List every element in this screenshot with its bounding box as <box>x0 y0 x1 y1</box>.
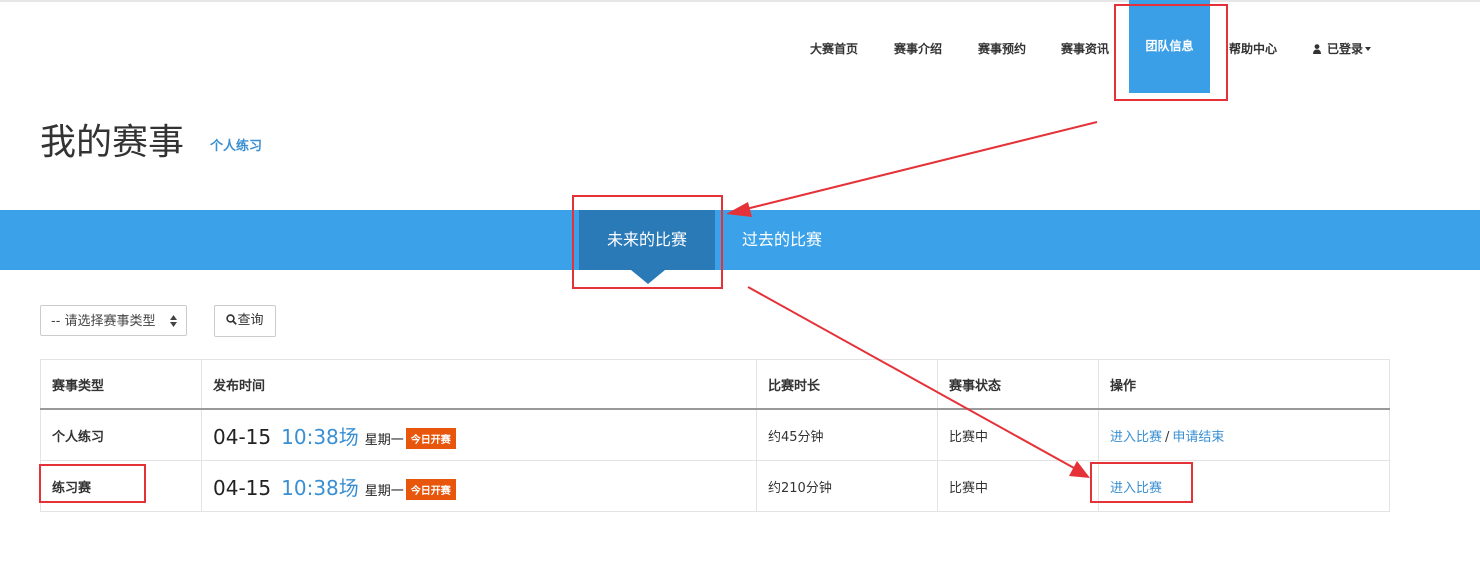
col-header-publish-time: 发布时间 <box>201 359 757 410</box>
duration-cell: 约45分钟 <box>756 408 938 461</box>
query-button[interactable]: 查询 <box>214 305 276 337</box>
nav-intro[interactable]: 赛事介绍 <box>894 40 942 57</box>
table-header-row: 赛事类型 发布时间 比赛时长 赛事状态 操作 <box>40 359 1390 410</box>
col-header-duration: 比赛时长 <box>756 359 938 410</box>
event-time: 10:38场 <box>281 424 359 449</box>
event-date: 04-15 <box>213 424 272 449</box>
arrow-to-tab-line <box>741 121 1098 211</box>
event-type-select[interactable]: -- 请选择赛事类型 <box>40 305 187 336</box>
event-weekday: 星期一 <box>364 432 404 448</box>
table-row: 练习赛 04-15 10:38场 星期一 今日开赛 约210分钟 比赛中 进入比赛 <box>40 460 1390 512</box>
event-type-cell: 个人练习 <box>40 408 202 461</box>
event-time: 10:38场 <box>281 475 359 500</box>
nav-user-menu[interactable]: 已登录 <box>1313 40 1372 57</box>
user-label: 已登录 <box>1327 42 1364 56</box>
page-title: 我的赛事 <box>40 122 185 163</box>
status-cell: 比赛中 <box>937 408 1099 461</box>
event-date: 04-15 <box>213 475 272 500</box>
query-label: 查询 <box>237 313 264 328</box>
enter-match-link[interactable]: 进入比赛 <box>1110 430 1162 445</box>
col-header-type: 赛事类型 <box>40 359 202 410</box>
nav-home[interactable]: 大赛首页 <box>810 40 858 57</box>
top-navigation: 大赛首页 赛事介绍 赛事预约 赛事资讯 团队信息 帮助中心 已登录 <box>0 0 1480 95</box>
event-type-select-value: -- 请选择赛事类型 <box>51 314 156 329</box>
today-badge: 今日开赛 <box>405 427 456 449</box>
col-header-actions: 操作 <box>1098 359 1390 410</box>
event-weekday: 星期一 <box>364 483 404 499</box>
table-row: 个人练习 04-15 10:38场 星期一 今日开赛 约45分钟 比赛中 进入比赛 / 申… <box>40 408 1390 461</box>
tab-upcoming[interactable]: 未来的比赛 <box>579 210 715 270</box>
status-cell: 比赛中 <box>937 460 1099 512</box>
today-badge: 今日开赛 <box>405 478 456 500</box>
nav-help[interactable]: 帮助中心 <box>1229 40 1277 57</box>
event-type-cell: 练习赛 <box>40 460 202 512</box>
enter-match-link[interactable]: 进入比赛 <box>1110 481 1162 496</box>
tab-bar <box>0 210 1480 270</box>
nav-team-info[interactable]: 团队信息 <box>1129 0 1210 93</box>
request-end-link[interactable]: 申请结束 <box>1172 430 1224 445</box>
caret-down-icon <box>1365 47 1372 51</box>
actions-cell: 进入比赛 <box>1098 460 1390 512</box>
nav-news[interactable]: 赛事资讯 <box>1061 40 1109 57</box>
events-table: 赛事类型 发布时间 比赛时长 赛事状态 操作 个人练习 04-15 10:38场星… <box>40 359 1390 512</box>
sort-arrows-icon <box>170 315 177 327</box>
tab-past[interactable]: 过去的比赛 <box>742 210 822 270</box>
action-separator: / <box>1165 429 1170 445</box>
duration-cell: 约210分钟 <box>756 460 938 512</box>
actions-cell: 进入比赛 / 申请结束 <box>1098 408 1390 461</box>
user-icon <box>1313 44 1321 54</box>
publish-time-cell: 04-15 10:38场 星期一 今日开赛 <box>201 460 757 512</box>
col-header-status: 赛事状态 <box>937 359 1099 410</box>
search-icon <box>226 314 238 325</box>
personal-practice-link[interactable]: 个人练习 <box>210 135 262 154</box>
nav-reservation[interactable]: 赛事预约 <box>978 40 1026 57</box>
publish-time-cell: 04-15 10:38场 星期一 今日开赛 <box>201 408 757 461</box>
tab-pointer <box>631 270 665 284</box>
